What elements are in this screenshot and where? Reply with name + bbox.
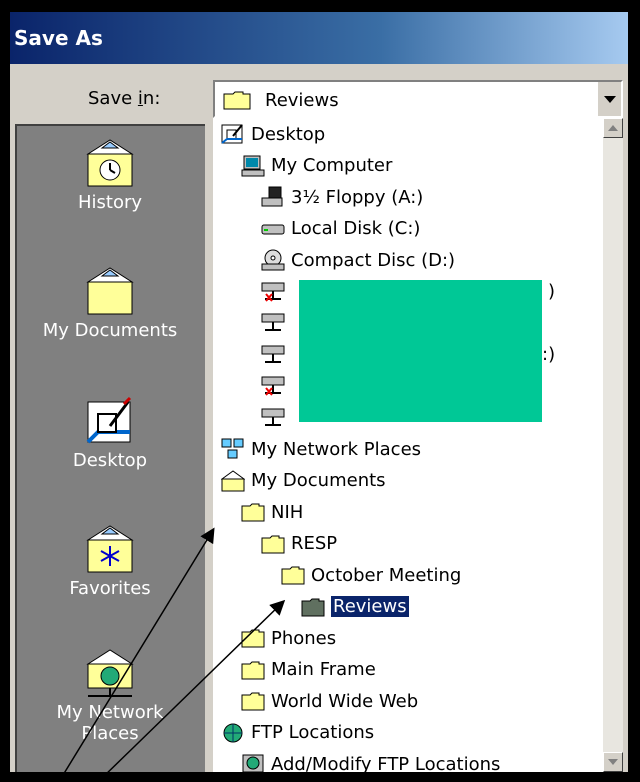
arrow-to-nih <box>59 527 215 781</box>
annotation-arrows <box>59 527 286 781</box>
arrow-to-reviews <box>99 599 286 781</box>
